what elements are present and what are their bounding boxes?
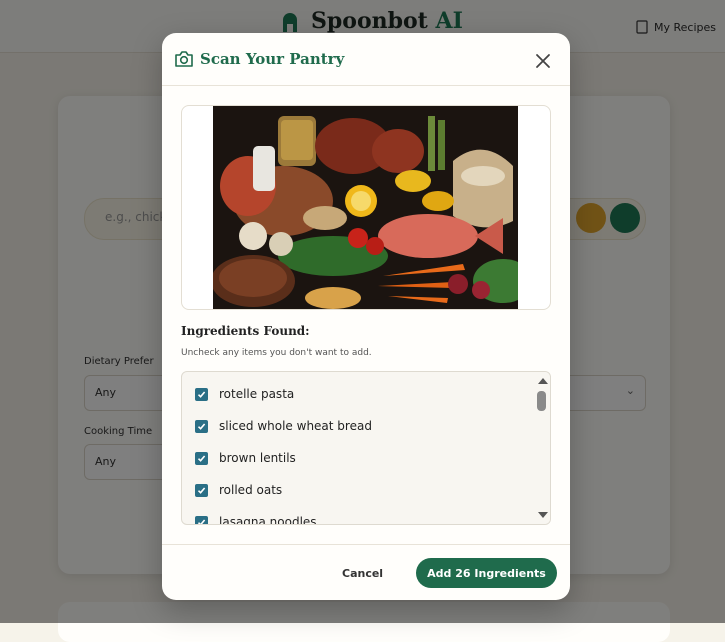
checkbox[interactable] bbox=[195, 387, 208, 401]
ingredient-label: lasagna noodles bbox=[219, 515, 317, 525]
scrollbar-thumb[interactable] bbox=[537, 391, 546, 411]
list-item[interactable]: sliced whole wheat bread bbox=[182, 410, 532, 442]
close-icon[interactable] bbox=[532, 50, 554, 72]
modal-footer: Cancel Add 26 Ingredients bbox=[162, 544, 570, 600]
ingredients-found-heading: Ingredients Found: bbox=[181, 324, 310, 338]
scanned-image-frame bbox=[181, 105, 551, 310]
ingredient-label: brown lentils bbox=[219, 451, 296, 465]
cancel-button[interactable]: Cancel bbox=[342, 567, 383, 580]
pantry-photo bbox=[213, 106, 518, 309]
list-item[interactable]: rolled oats bbox=[182, 474, 532, 506]
list-item[interactable]: lasagna noodles bbox=[182, 506, 532, 525]
add-ingredients-button[interactable]: Add 26 Ingredients bbox=[416, 558, 557, 588]
check-icon bbox=[197, 454, 206, 462]
ingredients-list[interactable]: rotelle pasta sliced whole wheat bread b… bbox=[181, 371, 551, 525]
modal-title: Scan Your Pantry bbox=[200, 50, 345, 68]
checkbox[interactable] bbox=[195, 451, 208, 465]
check-icon bbox=[197, 390, 206, 398]
check-icon bbox=[197, 486, 206, 494]
scan-pantry-modal: Scan Your Pantry Ingredients Found: Unch… bbox=[162, 33, 570, 600]
list-item[interactable]: rotelle pasta bbox=[182, 372, 532, 410]
list-item[interactable]: brown lentils bbox=[182, 442, 532, 474]
scroll-up-arrow-icon[interactable] bbox=[538, 378, 548, 384]
checkbox[interactable] bbox=[195, 483, 208, 497]
checkbox[interactable] bbox=[195, 419, 208, 433]
modal-header: Scan Your Pantry bbox=[162, 33, 570, 86]
scroll-down-arrow-icon[interactable] bbox=[538, 512, 548, 518]
ingredients-found-hint: Uncheck any items you don't want to add. bbox=[181, 348, 372, 358]
ingredient-label: rolled oats bbox=[219, 483, 283, 497]
check-icon bbox=[197, 518, 206, 524]
list-scrollbar[interactable] bbox=[534, 372, 550, 524]
check-icon bbox=[197, 422, 206, 430]
ingredient-label: sliced whole wheat bread bbox=[219, 419, 372, 433]
checkbox[interactable] bbox=[195, 515, 208, 524]
camera-icon bbox=[175, 51, 193, 67]
ingredient-label: rotelle pasta bbox=[219, 387, 295, 401]
